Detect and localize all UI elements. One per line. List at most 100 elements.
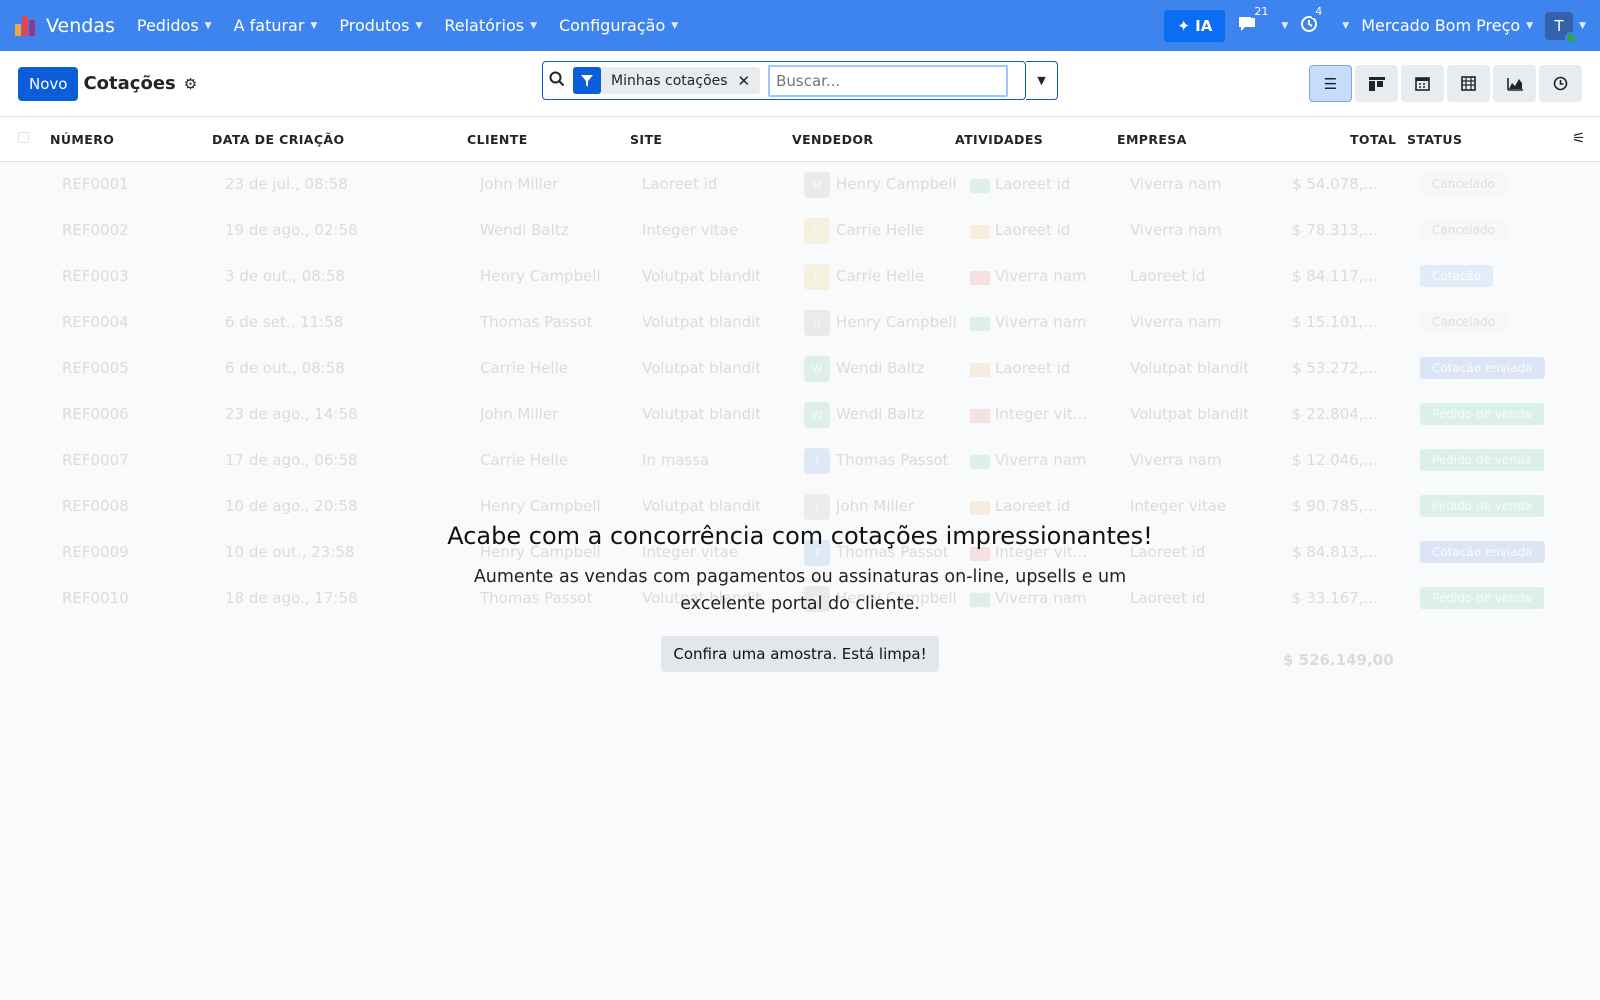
status-badge: Pedido de venda: [1420, 449, 1544, 471]
gear-icon[interactable]: ⚙: [184, 75, 197, 93]
cell-company: Viverra nam: [1130, 451, 1222, 469]
cell-total: $ 12.046,...: [1292, 451, 1378, 469]
table-row[interactable]: REF0003 3 de out., 08:58 Henry Campbell Vol…: [0, 254, 1600, 300]
activity-status-icon[interactable]: [970, 501, 990, 515]
status-badge: Cancelado: [1420, 219, 1507, 241]
activity-status-icon[interactable]: [970, 271, 990, 285]
cell-activity: Integer vit...: [995, 405, 1087, 423]
chat-bubble-icon: [1237, 15, 1257, 37]
cell-number: REF0008: [62, 497, 129, 515]
cell-company: Viverra nam: [1130, 221, 1222, 239]
cell-site: Volutpat blandit: [642, 359, 762, 377]
table-row[interactable]: REF0004 6 de set., 11:58 Thomas Passot Volu…: [0, 300, 1600, 346]
cell-client: Thomas Passot: [480, 313, 593, 331]
column-header-total[interactable]: TOTAL: [1350, 132, 1396, 147]
close-icon[interactable]: ✕: [738, 72, 761, 90]
column-header-vendedor[interactable]: VENDEDOR: [792, 132, 873, 147]
select-all-checkbox[interactable]: [18, 132, 29, 143]
cell-total: $ 90.785,...: [1292, 497, 1378, 515]
graph-view-icon[interactable]: [1493, 65, 1536, 102]
column-header-numero[interactable]: NÚMERO: [50, 132, 114, 147]
avatar: T: [1545, 11, 1578, 44]
cell-client: Carrie Helle: [480, 451, 568, 469]
column-header-atividades[interactable]: ATIVIDADES: [955, 132, 1043, 147]
cell-date: 23 de jul., 08:58: [225, 175, 348, 193]
filter-facet: Minhas cotações ✕: [573, 67, 761, 94]
activity-status-icon[interactable]: [970, 363, 990, 377]
cell-company: Viverra nam: [1130, 313, 1222, 331]
column-header-status[interactable]: STATUS: [1407, 132, 1462, 147]
menu-label: Configuração: [558, 16, 666, 35]
sales-app-icon: [14, 14, 38, 38]
table-row[interactable]: REF0006 23 de ago., 14:58 John Miller Volut…: [0, 392, 1600, 438]
table-row[interactable]: REF0001 23 de jul., 08:58 John Miller Laore…: [0, 162, 1600, 208]
search-icon[interactable]: [549, 71, 565, 91]
app-brand[interactable]: Vendas: [14, 14, 115, 38]
search-input[interactable]: [768, 64, 1009, 97]
cell-company: Volutpat blandit: [1130, 359, 1250, 377]
avatar: H: [804, 310, 830, 336]
column-header-cliente[interactable]: CLIENTE: [467, 132, 528, 147]
caret-down-icon: ▼: [310, 20, 318, 31]
cell-total: $ 53.272,...: [1292, 359, 1378, 377]
column-header-data[interactable]: DATA DE CRIAÇÃO: [212, 132, 345, 147]
menu-label: Produtos: [339, 16, 410, 35]
activity-view-icon[interactable]: [1539, 65, 1582, 102]
cell-seller: Wendi Baltz: [836, 359, 925, 377]
menu-configuracao[interactable]: Configuração ▼: [559, 16, 678, 35]
calendar-view-icon[interactable]: [1401, 65, 1444, 102]
table-row[interactable]: REF0007 17 de ago., 06:58 Carrie Helle In m…: [0, 438, 1600, 484]
messages-menu[interactable]: 21 ▼: [1237, 4, 1289, 37]
activity-status-icon[interactable]: [970, 225, 990, 239]
optional-columns-icon[interactable]: ⚟: [1572, 129, 1586, 147]
activities-menu[interactable]: 4 ▼: [1300, 4, 1349, 37]
pivot-view-icon[interactable]: [1447, 65, 1490, 102]
kanban-view-icon[interactable]: [1355, 65, 1398, 102]
caret-down-icon: ▼: [671, 20, 679, 31]
cell-seller: John Miller: [836, 497, 915, 515]
column-header-empresa[interactable]: EMPRESA: [1117, 132, 1187, 147]
company-switcher[interactable]: Mercado Bom Preço ▼: [1361, 16, 1533, 35]
menu-a-faturar[interactable]: A faturar ▼: [234, 16, 318, 35]
cell-site: Laoreet id: [642, 175, 718, 193]
activity-status-icon[interactable]: [970, 317, 990, 331]
user-menu[interactable]: T ▼: [1545, 11, 1586, 44]
load-sample-button[interactable]: Confira uma amostra. Está limpa!: [661, 636, 939, 672]
cell-number: REF0006: [62, 405, 129, 423]
messages-count-badge: 21: [1251, 4, 1272, 18]
menu-pedidos[interactable]: Pedidos ▼: [137, 16, 212, 35]
cell-total: $ 54.078,...: [1292, 175, 1378, 193]
table-row[interactable]: REF0002 19 de ago., 02:58 Wendi Baltz Integ…: [0, 208, 1600, 254]
cell-site: Volutpat blandit: [642, 405, 762, 423]
search-options-toggle[interactable]: ▼: [1026, 61, 1058, 100]
systray: ✦ IA 21 ▼ 4 ▼ Mercado Bom Preço ▼ T ▼: [1164, 4, 1586, 44]
activity-status-icon[interactable]: [970, 409, 990, 423]
online-status-icon: [1565, 31, 1578, 44]
menu-relatorios[interactable]: Relatórios ▼: [444, 16, 537, 35]
app-name: Vendas: [46, 14, 115, 37]
new-button[interactable]: Novo: [18, 66, 79, 101]
activity-status-icon[interactable]: [970, 455, 990, 469]
control-panel: Novo Cotações ⚙ Minhas cotações ✕ ▼ ☰: [0, 51, 1600, 117]
cell-seller: Thomas Passot: [836, 451, 949, 469]
table-header: NÚMERO DATA DE CRIAÇÃO CLIENTE SITE VEND…: [0, 117, 1600, 162]
cell-site: Volutpat blandit: [642, 313, 762, 331]
cell-seller: Henry Campbell: [836, 175, 957, 193]
status-badge: Cancelado: [1420, 173, 1507, 195]
list-view-icon[interactable]: ☰: [1309, 65, 1352, 102]
facet-label: Minhas cotações: [611, 72, 728, 89]
cell-site: Volutpat blandit: [642, 497, 762, 515]
menu-label: A faturar: [233, 16, 305, 35]
ai-button[interactable]: ✦ IA: [1164, 9, 1226, 42]
caret-down-icon: ▼: [1281, 20, 1289, 31]
menu-produtos[interactable]: Produtos ▼: [339, 16, 422, 35]
empty-state-helper: Acabe com a concorrência com cotações im…: [0, 522, 1600, 672]
activity-status-icon[interactable]: [970, 179, 990, 193]
cell-seller: Wendi Baltz: [836, 405, 925, 423]
table-row[interactable]: REF0005 6 de out., 08:58 Carrie Helle Volut…: [0, 346, 1600, 392]
status-badge: Pedido de venda: [1420, 495, 1544, 517]
column-header-site[interactable]: SITE: [630, 132, 662, 147]
cell-activity: Viverra nam: [995, 451, 1087, 469]
filter-icon: [573, 67, 601, 94]
cell-number: REF0007: [62, 451, 129, 469]
